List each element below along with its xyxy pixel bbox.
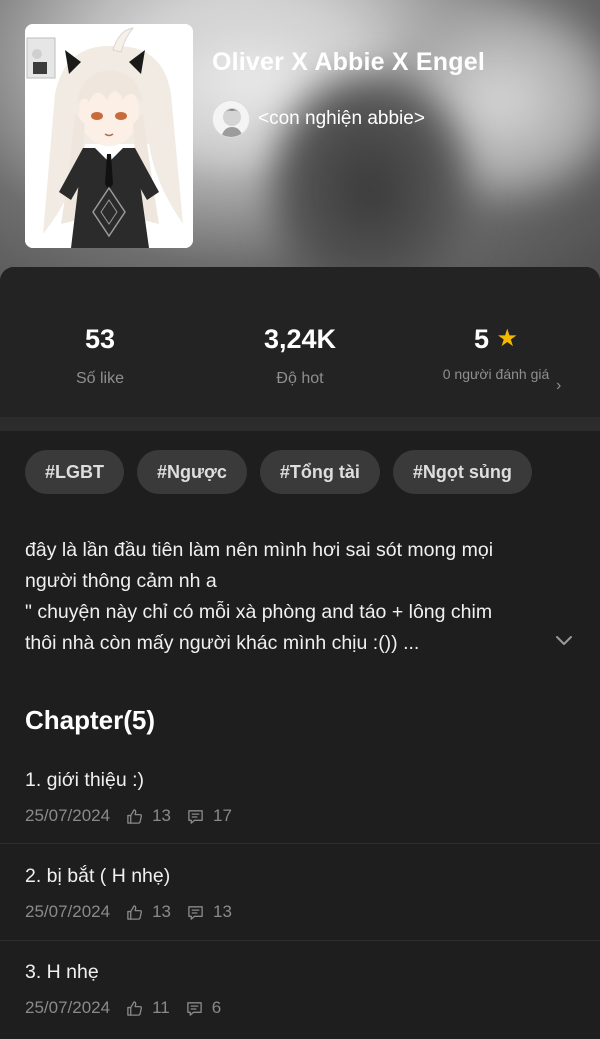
description-line: thôi nhà còn mấy người khác mình chịu :(…: [25, 632, 420, 654]
chapter-item[interactable]: 3. H nhẹ 25/07/2024 11 6: [0, 959, 600, 1039]
cover-illustration: [25, 24, 193, 248]
story-description: đây là lần đầu tiên làm nên mình hơi sai…: [25, 535, 555, 659]
description-line: " chuyện này chỉ có mỗi xà phòng and táo…: [25, 601, 493, 623]
chapter-comment-count: 17: [213, 806, 232, 825]
likes-count: 53: [84, 324, 116, 354]
hot-label: Độ hot: [276, 370, 324, 387]
chapter-date: 25/07/2024: [25, 806, 111, 825]
story-title: Oliver X Abbie X Engel: [212, 48, 485, 76]
chapter-like-count: 11: [152, 998, 170, 1017]
comment-icon: [188, 905, 203, 920]
hot-count: 3,24K: [263, 324, 337, 354]
story-cover-image[interactable]: [25, 24, 193, 248]
tag-chip[interactable]: #Tổng tài: [259, 450, 380, 494]
rating-value: 5: [473, 324, 489, 354]
chevron-down-icon[interactable]: [554, 633, 574, 647]
chapter-meta: 25/07/2024 13 17: [25, 805, 248, 827]
chapter-item[interactable]: 1. giới thiệu :) 25/07/2024 13 17: [0, 767, 600, 863]
chapter-divider: [0, 843, 600, 844]
chapter-meta: 25/07/2024 11 6: [25, 997, 237, 1019]
chapter-like-count: 13: [152, 902, 172, 921]
tag-chip[interactable]: #Ngược: [137, 450, 247, 494]
thumbs-up-icon: [127, 1000, 143, 1016]
chapter-like-count: 13: [152, 806, 172, 825]
thumbs-up-icon: [127, 904, 143, 920]
chapter-meta: 25/07/2024 13 13: [25, 901, 248, 923]
chapter-title: 1. giới thiệu :): [25, 769, 145, 791]
chapter-date: 25/07/2024: [25, 998, 111, 1017]
author-avatar: [212, 100, 250, 138]
author-name: <con nghiện abbie>: [258, 108, 425, 129]
hot-stat: 3,24K Độ hot: [210, 323, 390, 389]
story-detail-panel: 53 Số like 3,24K Độ hot 5 ★ 0 người đánh…: [0, 267, 600, 1039]
chapter-comment-count: 6: [211, 998, 222, 1017]
description-line: người thông cảm nh a: [25, 570, 217, 592]
chapter-title: 3. H nhẹ: [25, 961, 99, 983]
chevron-right-icon[interactable]: ›: [556, 377, 561, 395]
tag-chip[interactable]: #Ngọt sủng: [392, 450, 532, 494]
section-divider: [0, 417, 600, 431]
likes-stat: 53 Số like: [10, 323, 190, 389]
rating-stat[interactable]: 5 ★ 0 người đánh giá: [396, 323, 596, 384]
comment-icon: [186, 1001, 202, 1016]
tag-chip[interactable]: #LGBT: [25, 450, 125, 494]
star-icon: ★: [496, 325, 519, 352]
chapter-comment-count: 13: [213, 902, 232, 921]
rating-value-row: 5 ★: [396, 323, 596, 355]
tag-list: #LGBT #Ngược #Tổng tài #Ngọt sủng: [25, 450, 532, 494]
author-link[interactable]: <con nghiện abbie>: [212, 99, 425, 139]
chapter-section-title: Chapter(5): [25, 705, 156, 735]
thumbs-up-icon: [127, 808, 143, 824]
description-line: đây là lần đầu tiên làm nên mình hơi sai…: [25, 539, 494, 561]
chapter-date: 25/07/2024: [25, 902, 111, 921]
chapter-divider: [0, 940, 600, 941]
comment-icon: [188, 809, 203, 824]
stats-bar: 53 Số like 3,24K Độ hot 5 ★ 0 người đánh…: [0, 267, 600, 417]
rating-label: 0 người đánh giá: [442, 366, 550, 382]
chapter-item[interactable]: 2. bị bắt ( H nhẹ) 25/07/2024 13 13: [0, 863, 600, 959]
likes-label: Số like: [75, 370, 125, 387]
chapter-title: 2. bị bắt ( H nhẹ): [25, 865, 171, 887]
